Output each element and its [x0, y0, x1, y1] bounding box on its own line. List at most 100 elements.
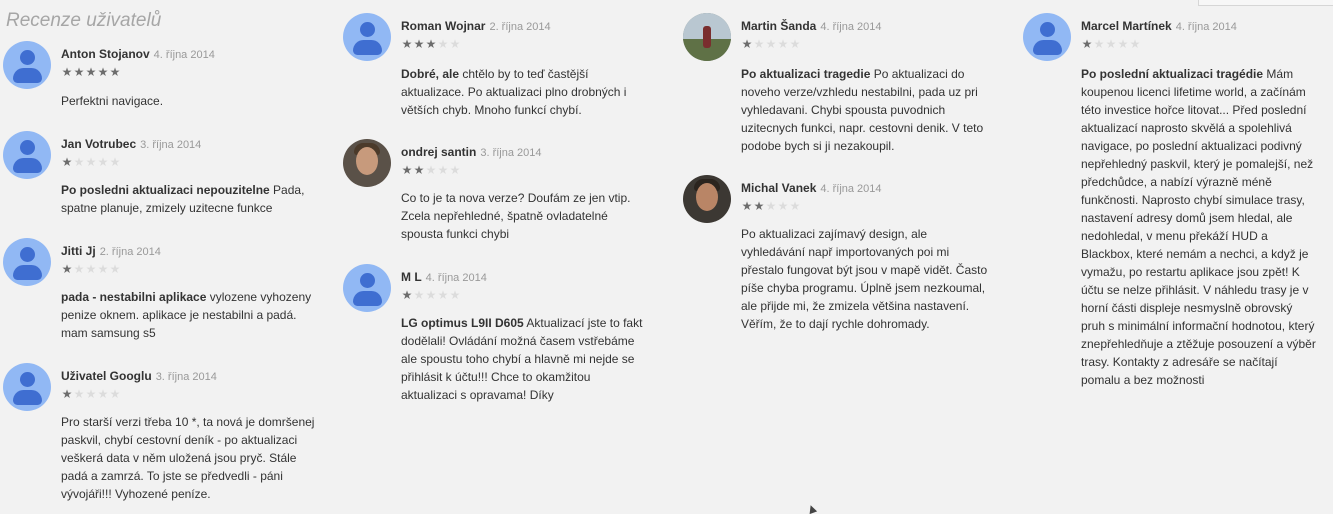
star-icon: ★: [73, 65, 85, 79]
avatar-photo[interactable]: [343, 139, 391, 187]
avatar[interactable]: [3, 363, 51, 411]
star-icon: ★: [437, 288, 449, 302]
review-author[interactable]: Jitti Jj: [61, 244, 96, 258]
star-icon: ★: [109, 155, 121, 169]
star-icon: ★: [449, 37, 461, 51]
star-icon: ★: [61, 262, 73, 276]
star-icon: ★: [97, 155, 109, 169]
star-rating: ★★★★★: [741, 38, 801, 50]
star-icon: ★: [85, 155, 97, 169]
star-icon: ★: [753, 37, 765, 51]
review-title: Po posledni aktualizaci nepouzitelne: [61, 183, 270, 197]
review-text: Dobré, ale chtělo by to teď častější akt…: [401, 65, 646, 119]
review-author[interactable]: ondrej santin: [401, 145, 476, 159]
review-text: Po aktualizaci tragedie Po aktualizaci d…: [741, 65, 991, 155]
review-author[interactable]: Marcel Martínek: [1081, 19, 1172, 33]
review-text: Po poslední aktualizaci tragédie Mám kou…: [1081, 65, 1319, 389]
star-rating: ★★★★★: [401, 164, 461, 176]
star-icon: ★: [97, 262, 109, 276]
review-title: pada - nestabilni aplikace: [61, 290, 207, 304]
star-rating: ★★★★★: [61, 156, 121, 168]
star-icon: ★: [437, 37, 449, 51]
avatar-photo[interactable]: [683, 13, 731, 61]
section-title: Recenze uživatelů: [6, 10, 162, 31]
star-icon: ★: [753, 199, 765, 213]
review-title: LG optimus L9II D605: [401, 316, 524, 330]
star-icon: ★: [741, 37, 753, 51]
review-author[interactable]: M L: [401, 270, 422, 284]
star-icon: ★: [1081, 37, 1093, 51]
star-icon: ★: [449, 288, 461, 302]
avatar-photo[interactable]: [683, 175, 731, 223]
avatar[interactable]: [1023, 13, 1071, 61]
review-date: 3. října 2014: [155, 371, 217, 383]
review-text: Co to je ta nova verze? Doufám ze jen vt…: [401, 189, 646, 243]
star-icon: ★: [777, 37, 789, 51]
review-date: 4. října 2014: [820, 21, 882, 33]
review-body: Perfektni navigace.: [61, 94, 164, 108]
review-author[interactable]: Roman Wojnar: [401, 19, 485, 33]
review-date: 3. října 2014: [140, 139, 202, 151]
review-author[interactable]: Michal Vanek: [741, 181, 816, 195]
mouse-cursor-icon: [806, 503, 818, 514]
star-icon: ★: [401, 163, 413, 177]
star-icon: ★: [437, 163, 449, 177]
review-body: Co to je ta nova verze? Doufám ze jen vt…: [401, 191, 631, 241]
star-icon: ★: [61, 155, 73, 169]
review-author[interactable]: Jan Votrubec: [61, 137, 136, 151]
star-rating: ★★★★★: [741, 200, 801, 212]
review-title: Dobré, ale: [401, 67, 460, 81]
review-text: LG optimus L9II D605 Aktualizací jste to…: [401, 314, 646, 404]
review-author[interactable]: Anton Stojanov: [61, 47, 150, 61]
avatar[interactable]: [3, 238, 51, 286]
review-author[interactable]: Martin Šanda: [741, 19, 816, 33]
star-icon: ★: [1117, 37, 1129, 51]
star-icon: ★: [109, 262, 121, 276]
top-right-button[interactable]: [1198, 0, 1333, 6]
review-date: 4. října 2014: [425, 272, 487, 284]
star-icon: ★: [73, 155, 85, 169]
review-text: Perfektni navigace.: [61, 92, 316, 110]
star-rating: ★★★★★: [401, 38, 461, 50]
star-icon: ★: [741, 199, 753, 213]
star-icon: ★: [425, 163, 437, 177]
star-icon: ★: [109, 65, 121, 79]
star-icon: ★: [1105, 37, 1117, 51]
review-title: Po aktualizaci tragedie: [741, 67, 871, 81]
avatar[interactable]: [3, 131, 51, 179]
review-author[interactable]: Uživatel Googlu: [61, 369, 152, 383]
avatar[interactable]: [343, 13, 391, 61]
star-icon: ★: [777, 199, 789, 213]
review-date: 4. října 2014: [820, 183, 882, 195]
star-icon: ★: [61, 65, 73, 79]
star-rating: ★★★★★: [61, 388, 121, 400]
review-date: 3. října 2014: [480, 147, 542, 159]
avatar[interactable]: [343, 264, 391, 312]
review-body: Mám koupenou licenci lifetime world, a z…: [1081, 67, 1316, 387]
avatar[interactable]: [3, 41, 51, 89]
star-icon: ★: [789, 199, 801, 213]
review-text: pada - nestabilni aplikace vylozene vyho…: [61, 288, 316, 342]
star-icon: ★: [97, 387, 109, 401]
star-icon: ★: [85, 387, 97, 401]
review-date: 2. října 2014: [489, 21, 551, 33]
review-date: 4. října 2014: [153, 49, 215, 61]
star-icon: ★: [1093, 37, 1105, 51]
star-rating: ★★★★★: [61, 263, 121, 275]
star-icon: ★: [425, 288, 437, 302]
review-body: Po aktualizaci zajímavý design, ale vyhl…: [741, 227, 988, 331]
star-rating: ★★★★★: [401, 289, 461, 301]
star-icon: ★: [73, 262, 85, 276]
review-text: Pro starší verzi třeba 10 *, ta nová je …: [61, 413, 316, 503]
star-icon: ★: [413, 37, 425, 51]
star-icon: ★: [413, 288, 425, 302]
star-icon: ★: [449, 163, 461, 177]
star-icon: ★: [765, 199, 777, 213]
star-icon: ★: [109, 387, 121, 401]
star-icon: ★: [425, 37, 437, 51]
star-rating: ★★★★★: [61, 66, 121, 78]
star-icon: ★: [1129, 37, 1141, 51]
star-icon: ★: [413, 163, 425, 177]
star-icon: ★: [401, 37, 413, 51]
star-icon: ★: [401, 288, 413, 302]
